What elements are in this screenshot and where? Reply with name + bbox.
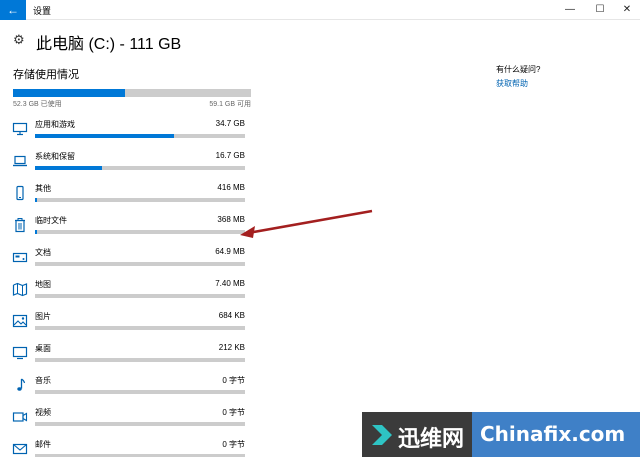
category-size: 368 MB xyxy=(217,215,245,224)
storage-category-row[interactable]: 文档 64.9 MB xyxy=(0,242,260,272)
monitor-icon xyxy=(12,121,28,137)
free-label: 59.1 GB 可用 xyxy=(209,101,251,108)
category-usage-bar xyxy=(35,390,245,394)
category-size: 7.40 MB xyxy=(215,279,245,288)
watermark-banner: 迅维网 Chinafix.com xyxy=(362,412,640,457)
back-button[interactable]: ← xyxy=(0,0,26,20)
category-size: 684 KB xyxy=(218,311,245,320)
music-icon xyxy=(12,377,28,393)
category-label: 应用和游戏 xyxy=(35,120,75,129)
laptop-icon xyxy=(12,153,28,169)
get-help-link[interactable]: 获取帮助 xyxy=(496,78,528,89)
category-usage-bar xyxy=(35,166,245,170)
category-label: 文档 xyxy=(35,248,51,257)
storage-usage-fill xyxy=(13,89,125,97)
app-title: 设置 xyxy=(33,6,52,16)
help-title: 有什么疑问? xyxy=(496,65,541,74)
category-label: 其他 xyxy=(35,184,51,193)
chinafix-logo-icon xyxy=(372,425,392,445)
storage-category-row[interactable]: 应用和游戏 34.7 GB xyxy=(0,114,260,144)
watermark-en-text: Chinafix.com xyxy=(480,422,626,446)
category-size: 416 MB xyxy=(217,183,245,192)
category-usage-fill xyxy=(35,198,38,202)
category-size: 34.7 GB xyxy=(215,119,245,128)
desktop-icon xyxy=(12,345,28,361)
category-usage-bar xyxy=(35,262,245,266)
used-label: 52.3 GB 已使用 xyxy=(13,101,62,108)
category-usage-fill xyxy=(35,134,174,138)
storage-category-row[interactable]: 系统和保留 16.7 GB xyxy=(0,146,260,176)
storage-section-title: 存储使用情况 xyxy=(13,69,79,81)
storage-category-row[interactable]: 其他 416 MB xyxy=(0,178,260,208)
storage-category-row[interactable]: 邮件 0 字节 xyxy=(0,434,260,457)
category-label: 临时文件 xyxy=(35,216,67,225)
gear-icon: ⚙ xyxy=(13,32,25,47)
storage-category-row[interactable]: 地图 7.40 MB xyxy=(0,274,260,304)
video-icon xyxy=(12,409,28,425)
minimize-button[interactable]: — xyxy=(555,0,585,20)
close-button[interactable]: ✕ xyxy=(612,0,640,20)
category-label: 音乐 xyxy=(35,376,51,385)
category-usage-bar xyxy=(35,294,245,298)
watermark-cn-text: 迅维网 xyxy=(398,427,465,452)
category-label: 系统和保留 xyxy=(35,152,75,161)
category-label: 图片 xyxy=(35,312,51,321)
category-size: 212 KB xyxy=(218,343,245,352)
category-label: 桌面 xyxy=(35,344,51,353)
phone-icon xyxy=(12,185,28,201)
category-label: 地图 xyxy=(35,280,51,289)
category-label: 邮件 xyxy=(35,440,51,449)
storage-category-row[interactable]: 临时文件 368 MB xyxy=(0,210,260,240)
category-size: 16.7 GB xyxy=(215,151,245,160)
watermark-left-panel: 迅维网 xyxy=(362,412,472,457)
category-usage-bar xyxy=(35,326,245,330)
category-usage-bar xyxy=(35,358,245,362)
drive-icon xyxy=(12,249,28,265)
category-label: 视频 xyxy=(35,408,51,417)
watermark-right-panel: Chinafix.com xyxy=(472,412,640,457)
page-title: 此电脑 (C:) - 111 GB xyxy=(36,36,182,53)
storage-category-row[interactable]: 桌面 212 KB xyxy=(0,338,260,368)
category-usage-fill xyxy=(35,166,103,170)
category-usage-bar xyxy=(35,230,245,234)
title-bar: ← 设置 — ☐ ✕ xyxy=(0,0,640,20)
category-size: 0 字节 xyxy=(222,440,245,449)
category-size: 0 字节 xyxy=(222,376,245,385)
mail-icon xyxy=(12,441,28,457)
category-usage-bar xyxy=(35,134,245,138)
map-icon xyxy=(12,281,28,297)
category-usage-fill xyxy=(35,230,38,234)
category-usage-bar xyxy=(35,422,245,426)
storage-usage-bar xyxy=(13,89,251,97)
category-size: 0 字节 xyxy=(222,408,245,417)
picture-icon xyxy=(12,313,28,329)
storage-category-row[interactable]: 图片 684 KB xyxy=(0,306,260,336)
maximize-button[interactable]: ☐ xyxy=(585,0,615,20)
storage-category-row[interactable]: 音乐 0 字节 xyxy=(0,370,260,400)
trash-icon xyxy=(12,217,28,233)
storage-category-row[interactable]: 视频 0 字节 xyxy=(0,402,260,432)
category-size: 64.9 MB xyxy=(215,247,245,256)
category-usage-bar xyxy=(35,198,245,202)
